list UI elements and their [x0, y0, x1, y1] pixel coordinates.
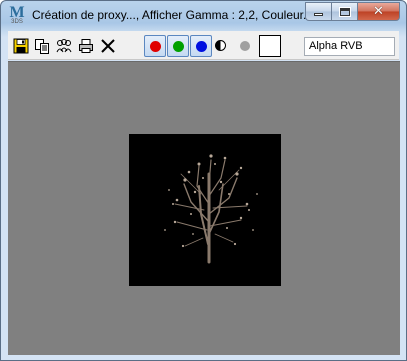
save-icon: [13, 38, 29, 54]
maximize-icon: [338, 6, 351, 17]
minimize-button[interactable]: [305, 2, 331, 21]
save-button[interactable]: [13, 38, 29, 54]
preview-image: [129, 134, 281, 286]
tree-image: [164, 154, 258, 264]
channel-select[interactable]: Alpha RVB: [304, 37, 395, 56]
image-viewport[interactable]: [8, 61, 400, 355]
title-bar[interactable]: M 3DS Création de proxy..., Afficher Gam…: [1, 1, 406, 31]
print-icon: [79, 39, 93, 53]
clone-button[interactable]: [56, 38, 72, 54]
maximize-button[interactable]: [331, 2, 357, 21]
blue-dot-icon: [195, 40, 207, 52]
window-controls: ✕: [305, 2, 400, 21]
monochrome-toggle-icon[interactable]: [215, 40, 226, 51]
3ds-max-app-icon[interactable]: M 3DS: [8, 5, 26, 26]
red-channel-toggle[interactable]: [144, 35, 166, 57]
channel-select-value: Alpha RVB: [309, 40, 363, 52]
print-button[interactable]: [78, 38, 94, 54]
minimize-icon: [314, 13, 323, 16]
frame-buffer-window: M 3DS Création de proxy..., Afficher Gam…: [0, 0, 407, 361]
alpha-channel-icon[interactable]: [240, 41, 250, 51]
clear-button[interactable]: [100, 38, 116, 54]
display-color-swatch[interactable]: [259, 35, 281, 57]
clear-icon: [101, 39, 115, 53]
copy-button[interactable]: [34, 38, 50, 54]
clone-icon: [56, 39, 72, 53]
red-dot-icon: [149, 40, 161, 52]
toolbar: Alpha RVB: [8, 31, 399, 60]
copy-icon: [35, 39, 49, 54]
window-title: Création de proxy..., Afficher Gamma : 2…: [32, 8, 310, 22]
green-dot-icon: [172, 40, 184, 52]
close-button[interactable]: ✕: [357, 2, 400, 21]
blue-channel-toggle[interactable]: [190, 35, 212, 57]
green-channel-toggle[interactable]: [167, 35, 189, 57]
close-icon: ✕: [373, 4, 384, 19]
